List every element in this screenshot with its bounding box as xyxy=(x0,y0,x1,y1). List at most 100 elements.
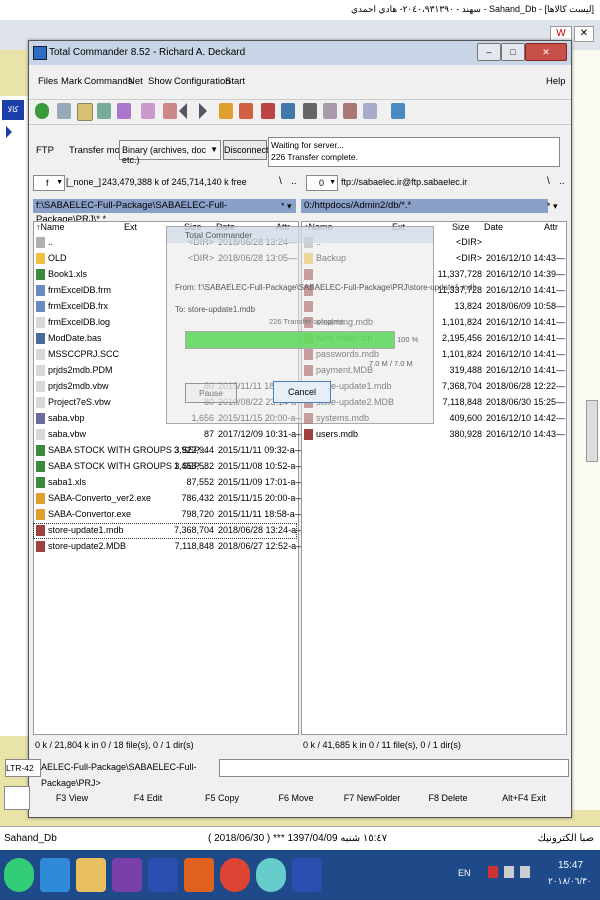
left-free-space: 243,479,388 k of 245,714,140 k free xyxy=(102,177,247,187)
left-file-row[interactable]: SABA STOCK WITH GROUPS 3 SEP .. 3,922,944… xyxy=(34,444,304,458)
pause-button[interactable]: Pause xyxy=(185,383,237,403)
ftp-label: FTP xyxy=(36,145,54,156)
close-button[interactable]: ✕ xyxy=(525,43,567,61)
window-title-bar[interactable]: Total Commander 8.52 - Richard A. Deckar… xyxy=(29,41,571,65)
back-icon[interactable] xyxy=(179,103,187,119)
file-name: users.mdb xyxy=(316,429,359,439)
detailed-view-icon[interactable] xyxy=(77,103,93,121)
media-player-icon[interactable] xyxy=(184,858,214,892)
find-icon[interactable] xyxy=(303,103,317,119)
forward-icon[interactable] xyxy=(199,103,207,119)
goods-tab-icon[interactable]: كالا xyxy=(2,100,24,120)
progress-fill xyxy=(186,332,394,348)
menu-net[interactable]: Net xyxy=(128,76,143,87)
left-file-row[interactable]: store-update1.mdb 7,368,704 2018/06/28 13:… xyxy=(33,523,305,539)
column-header-date[interactable]: Date xyxy=(484,222,503,234)
left-file-row[interactable]: SABA STOCK WITH GROUPS 3 SEP .. 1,458,582… xyxy=(34,460,304,474)
pack-icon[interactable] xyxy=(219,103,233,119)
column-header-ext[interactable]: Ext xyxy=(124,222,137,234)
menu-commands[interactable]: Commands xyxy=(84,76,133,87)
refresh-icon[interactable] xyxy=(35,103,49,119)
thumbnail-icon[interactable] xyxy=(97,103,111,119)
f8-delete-button[interactable]: F8 Delete xyxy=(413,789,483,807)
f5-copy-button[interactable]: F5 Copy xyxy=(187,789,257,807)
left-file-row[interactable]: store-update2.MDB 7,118,848 2018/06/27 12:… xyxy=(34,540,305,554)
excel-icon xyxy=(36,445,45,456)
f6-move-button[interactable]: F6 Move xyxy=(261,789,331,807)
unpack-icon[interactable] xyxy=(239,103,253,119)
parent-button[interactable]: .. xyxy=(291,176,297,187)
maximize-button[interactable]: □ xyxy=(501,43,525,61)
menu-show[interactable]: Show xyxy=(148,76,172,87)
transfer-mode-select[interactable]: Binary (archives, doc etc.) ▼ xyxy=(119,140,221,165)
scrollbar-thumb[interactable] xyxy=(586,400,598,462)
star-icon[interactable]: * ▾ xyxy=(547,201,558,212)
column-header-name[interactable]: ↑Name xyxy=(36,222,65,234)
volume-icon[interactable] xyxy=(520,866,530,878)
parent-button[interactable]: .. xyxy=(559,176,565,187)
tree-icon[interactable] xyxy=(117,103,131,119)
save-disk-icon[interactable] xyxy=(292,858,322,892)
close-icon[interactable]: ✕ xyxy=(574,26,594,42)
dialog-title-bar[interactable]: Total Commander xyxy=(167,227,433,243)
ftp-log-line: Waiting for server... xyxy=(271,140,344,150)
left-file-row[interactable]: SABA-Converto_ver2.exe 786,432 2015/11/15 … xyxy=(34,492,304,506)
disconnect-button[interactable]: Disconnect xyxy=(223,140,269,160)
f7-newfolder-button[interactable]: F7 NewFolder xyxy=(337,789,407,807)
ftp-toolbar: FTP Transfer mode Binary (archives, doc … xyxy=(29,137,571,167)
notepad-icon[interactable] xyxy=(391,103,405,119)
left-path-bar[interactable]: f:\SABAELEC-Full-Package\SABAELEC-Full-P… xyxy=(33,199,296,225)
edit-icon[interactable] xyxy=(363,103,377,119)
clock-time[interactable]: 15:47 xyxy=(558,860,583,871)
file-explorer-icon[interactable] xyxy=(76,858,106,892)
file-name: frmExcelDB.frx xyxy=(48,301,109,311)
brief-view-icon[interactable] xyxy=(57,103,71,119)
column-header-attr[interactable]: Attr xyxy=(544,222,558,234)
menu-files[interactable]: Files xyxy=(38,76,58,87)
file-size: 7,368,704 xyxy=(173,525,214,535)
network-icon[interactable] xyxy=(504,866,514,878)
f3-view-button[interactable]: F3 View xyxy=(37,789,107,807)
left-file-row[interactable]: SABA-Convertor.exe 798,720 2015/11/11 18:5… xyxy=(34,508,304,522)
rename-icon[interactable] xyxy=(323,103,337,119)
left-drive-select[interactable]: f ▼ xyxy=(33,175,65,191)
background-app-input[interactable] xyxy=(4,786,30,810)
ftp-connect-icon[interactable] xyxy=(261,103,275,119)
menu-help[interactable]: Help xyxy=(546,76,566,87)
ftp-log-line: 226 Transfer complete. xyxy=(271,152,358,162)
invert-selection-icon[interactable] xyxy=(141,103,155,119)
flag-icon[interactable] xyxy=(488,866,498,878)
menu-start[interactable]: Start xyxy=(225,76,245,87)
language-indicator[interactable]: EN xyxy=(458,868,471,878)
command-input[interactable] xyxy=(219,759,569,777)
menu-mark[interactable]: Mark xyxy=(61,76,82,87)
alt-f4-exit-button[interactable]: Alt+F4 Exit xyxy=(489,789,559,807)
app-icon[interactable] xyxy=(256,858,286,892)
f4-edit-button[interactable]: F4 Edit xyxy=(113,789,183,807)
right-drive-select[interactable]: 0 ▼ xyxy=(306,175,338,191)
root-button[interactable]: \ xyxy=(279,176,282,187)
root-button[interactable]: \ xyxy=(547,176,550,187)
module-icon xyxy=(36,333,45,344)
column-header-size[interactable]: Size xyxy=(452,222,470,234)
sync-icon[interactable] xyxy=(343,103,357,119)
compare-icon[interactable] xyxy=(163,103,177,119)
minimize-button[interactable]: – xyxy=(477,43,501,61)
file-icon xyxy=(36,429,45,440)
progress-bytes: 7.0 M / 7.0 M xyxy=(369,359,413,368)
url-connect-icon[interactable] xyxy=(281,103,295,119)
start-button-icon[interactable] xyxy=(4,858,34,892)
save-disk-icon[interactable] xyxy=(148,858,178,892)
cancel-button[interactable]: Cancel xyxy=(273,381,331,403)
right-file-row[interactable]: users.mdb 380,928 2016/12/10 14:43— xyxy=(302,428,565,442)
star-icon[interactable]: * ▾ xyxy=(281,201,292,212)
clock-date[interactable]: ٢٠١٨/٠٦/٣٠ xyxy=(548,876,592,887)
left-file-row[interactable]: saba.vbw 87 2017/12/09 10:31-a— xyxy=(34,428,305,442)
chrome-icon[interactable] xyxy=(220,858,250,892)
left-file-row[interactable]: saba1.xls 87,552 2015/11/09 17:01-a— xyxy=(34,476,304,490)
file-date: 2016/12/10 14:41— xyxy=(486,317,566,327)
menu-configuration[interactable]: Configuration xyxy=(174,76,231,87)
right-path-bar[interactable]: 0:/httpdocs/Admin2/db/*.* xyxy=(301,199,548,213)
visual-studio-icon[interactable] xyxy=(112,858,142,892)
internet-explorer-icon[interactable] xyxy=(40,858,70,892)
